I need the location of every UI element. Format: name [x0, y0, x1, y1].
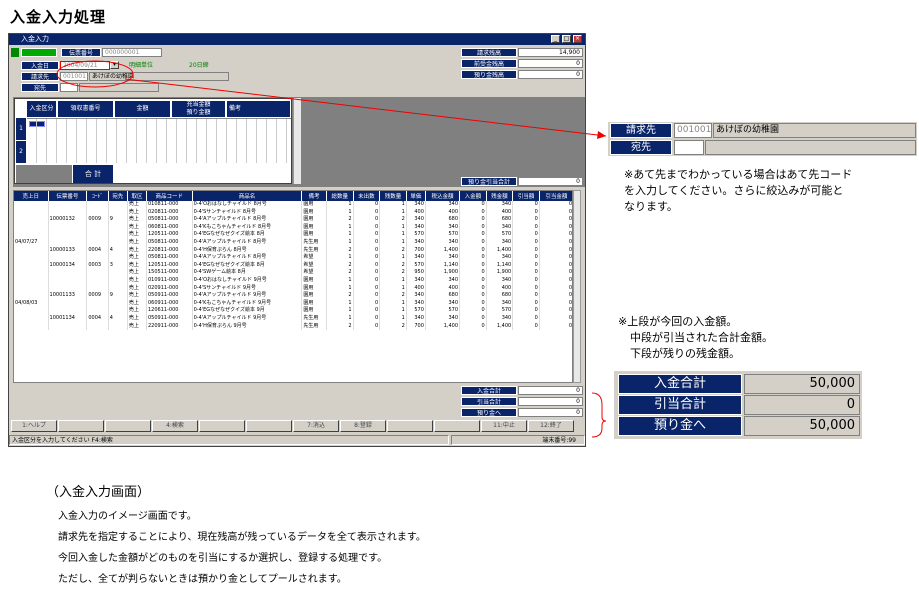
description: 入金入力のイメージ画面です。 請求先を指定することにより、現在残高が残っているデ…: [58, 506, 426, 590]
summary-alloc-label: 引当合計: [618, 395, 742, 415]
callout-line: [124, 78, 607, 137]
zoom-billing-label: 請求先: [610, 123, 672, 138]
description-line: 入金入力のイメージ画面です。: [58, 511, 197, 522]
zoom-dest-label: 宛先: [610, 140, 672, 155]
summary-deposit-label: 預り金へ: [618, 416, 742, 436]
callout-ellipse: [56, 60, 134, 88]
zoom-billing-code: 001001: [674, 123, 712, 138]
billing-zoom-panel: 請求先 001001 あけぼの幼稚園 宛先: [608, 122, 917, 156]
note-billing-line: ※あて先までわかっている場合はあて先コード: [624, 168, 853, 181]
summary-panel: 入金合計 50,000 引当合計 0 預り金へ 50,000: [614, 371, 862, 439]
summary-alloc-value: 0: [744, 395, 860, 415]
summary-bracket: [591, 392, 607, 438]
callout-lines: [56, 60, 607, 438]
note-billing-line: を入力してください。さらに絞込みが可能と: [624, 184, 844, 197]
description-line: ただし、全てが判らないときは預かり金としてプールされます。: [58, 574, 347, 585]
summary-deposit-value: 50,000: [744, 416, 860, 436]
zoom-dest-code: [674, 140, 704, 155]
note-summary-line: 下段が残りの残金額。: [630, 347, 740, 360]
summary-in-label: 入金合計: [618, 374, 742, 394]
description-line: 今回入金した金額がどのものを引当にするか選択し、登録する処理です。: [58, 553, 388, 564]
note-billing: ※あて先までわかっている場合はあて先コード を入力してください。さらに絞込みが可…: [624, 167, 852, 215]
zoom-dest-name: [705, 140, 916, 155]
callout-arrowhead: [597, 131, 606, 139]
screen-caption: （入金入力画面）: [46, 485, 151, 500]
note-summary: ※上段が今回の入金額。 中段が引当された合計金額。 下段が残りの残金額。: [618, 314, 773, 362]
summary-in-value: 50,000: [744, 374, 860, 394]
note-summary-line: ※上段が今回の入金額。: [618, 315, 738, 328]
note-summary-line: 中段が引当された合計金額。: [630, 331, 773, 344]
zoom-billing-name: あけぼの幼稚園: [713, 123, 916, 138]
description-line: 請求先を指定することにより、現在残高が残っているデータを全て表示されます。: [58, 532, 426, 543]
note-billing-line: なります。: [624, 200, 678, 213]
